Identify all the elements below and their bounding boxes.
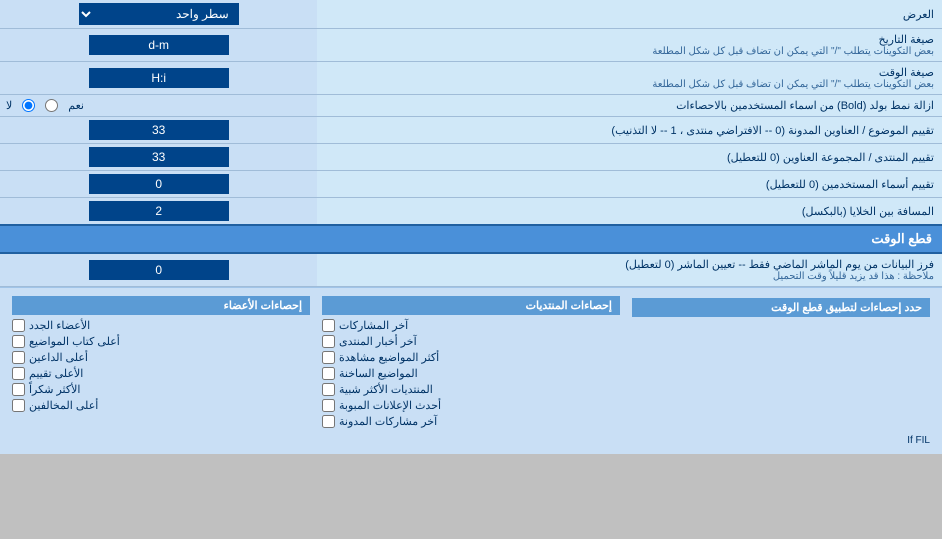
stats-apply-header: حدد إحصاءات لتطبيق قطع الوقت (632, 298, 930, 317)
member-stat-4-checkbox[interactable] (12, 367, 25, 380)
forum-rating-label: تقييم المنتدى / المجموعة العناوين (0 للت… (317, 144, 942, 171)
date-format-input[interactable] (89, 35, 229, 55)
user-rating-input[interactable] (89, 174, 229, 194)
date-format-row: صيغة التاريخ بعض التكوينات يتطلب "/" الت… (0, 29, 942, 62)
time-format-row: صيغة الوقت بعض التكوينات يتطلب "/" التي … (0, 62, 942, 95)
forum-rating-input-cell (0, 144, 317, 171)
cell-spacing-row: المسافة بين الخلايا (بالبكسل) (0, 198, 942, 226)
cutoff-input[interactable] (89, 260, 229, 280)
forum-stat-6: أحدث الإعلانات المبوبة (322, 399, 620, 412)
forum-stat-3-checkbox[interactable] (322, 351, 335, 364)
bold-row: ازالة نمط بولد (Bold) من اسماء المستخدمي… (0, 95, 942, 117)
bold-radio-cell: نعم لا (0, 95, 317, 117)
topic-rating-input-cell (0, 117, 317, 144)
stats-label-col: حدد إحصاءات لتطبيق قطع الوقت (626, 294, 936, 433)
forum-rating-row: تقييم المنتدى / المجموعة العناوين (0 للت… (0, 144, 942, 171)
cell-spacing-input[interactable] (89, 201, 229, 221)
cell-spacing-label: المسافة بين الخلايا (بالبكسل) (317, 198, 942, 226)
topic-rating-row: تقييم الموضوع / العناوين المدونة (0 -- ا… (0, 117, 942, 144)
display-row: العرض سطر واحد سطرين ثلاثة أسطر (0, 0, 942, 29)
member-stat-6-checkbox[interactable] (12, 399, 25, 412)
forum-stat-1: آخر المشاركات (322, 319, 620, 332)
forum-stat-3: أكثر المواضيع مشاهدة (322, 351, 620, 364)
cutoff-section-title: قطع الوقت (0, 225, 942, 253)
date-format-label: صيغة التاريخ بعض التكوينات يتطلب "/" الت… (317, 29, 942, 62)
forum-stat-7-checkbox[interactable] (322, 415, 335, 428)
cutoff-label: فرز البيانات من يوم الماشر الماضي فقط --… (317, 253, 942, 287)
member-stat-3: أعلى الداعين (12, 351, 310, 364)
forum-stat-7: آخر مشاركات المدونة (322, 415, 620, 428)
bold-yes-radio[interactable] (45, 99, 58, 112)
member-stat-6: أعلى المخالفين (12, 399, 310, 412)
time-format-input[interactable] (89, 68, 229, 88)
user-rating-label: تقييم أسماء المستخدمين (0 للتعطيل) (317, 171, 942, 198)
display-input-cell: سطر واحد سطرين ثلاثة أسطر (0, 0, 317, 29)
if-fil-text: If FIL (6, 433, 936, 448)
member-stat-4: الأعلى تقييم (12, 367, 310, 380)
cutoff-row: فرز البيانات من يوم الماشر الماضي فقط --… (0, 253, 942, 287)
member-stat-5-checkbox[interactable] (12, 383, 25, 396)
user-rating-input-cell (0, 171, 317, 198)
forum-stat-4: المواضيع الساخنة (322, 367, 620, 380)
cutoff-input-cell (0, 253, 317, 287)
member-stats-col: إحصاءات الأعضاء الأعضاء الجدد أعلى كتاب … (6, 294, 316, 433)
time-format-input-cell (0, 62, 317, 95)
bold-no-radio[interactable] (22, 99, 35, 112)
forum-rating-input[interactable] (89, 147, 229, 167)
radio-yes-label: نعم (68, 99, 84, 112)
member-stat-2-checkbox[interactable] (12, 335, 25, 348)
forum-stat-5: المنتديات الأكثر شبية (322, 383, 620, 396)
member-stats-header: إحصاءات الأعضاء (12, 296, 310, 315)
radio-no-label: لا (6, 99, 12, 112)
bottom-stats-row: حدد إحصاءات لتطبيق قطع الوقت إحصاءات الم… (0, 287, 942, 455)
member-stat-3-checkbox[interactable] (12, 351, 25, 364)
forum-stats-header: إحصاءات المنتديات (322, 296, 620, 315)
member-stat-1-checkbox[interactable] (12, 319, 25, 332)
forum-stat-2: آخر أخبار المنتدى (322, 335, 620, 348)
cell-spacing-input-cell (0, 198, 317, 226)
forum-stats-col: إحصاءات المنتديات آخر المشاركات آخر أخبا… (316, 294, 626, 433)
bold-label: ازالة نمط بولد (Bold) من اسماء المستخدمي… (317, 95, 942, 117)
time-format-label: صيغة الوقت بعض التكوينات يتطلب "/" التي … (317, 62, 942, 95)
forum-stat-5-checkbox[interactable] (322, 383, 335, 396)
user-rating-row: تقييم أسماء المستخدمين (0 للتعطيل) (0, 171, 942, 198)
bottom-stats-cell: حدد إحصاءات لتطبيق قطع الوقت إحصاءات الم… (0, 287, 942, 455)
display-select[interactable]: سطر واحد سطرين ثلاثة أسطر (79, 3, 239, 25)
topic-rating-label: تقييم الموضوع / العناوين المدونة (0 -- ا… (317, 117, 942, 144)
cutoff-section-header: قطع الوقت (0, 225, 942, 253)
member-stat-5: الأكثر شكراً (12, 383, 310, 396)
forum-stat-4-checkbox[interactable] (322, 367, 335, 380)
forum-stat-1-checkbox[interactable] (322, 319, 335, 332)
member-stat-2: أعلى كتاب المواضيع (12, 335, 310, 348)
forum-stat-2-checkbox[interactable] (322, 335, 335, 348)
topic-rating-input[interactable] (89, 120, 229, 140)
forum-stat-6-checkbox[interactable] (322, 399, 335, 412)
member-stat-1: الأعضاء الجدد (12, 319, 310, 332)
date-format-input-cell (0, 29, 317, 62)
display-label: العرض (317, 0, 942, 29)
